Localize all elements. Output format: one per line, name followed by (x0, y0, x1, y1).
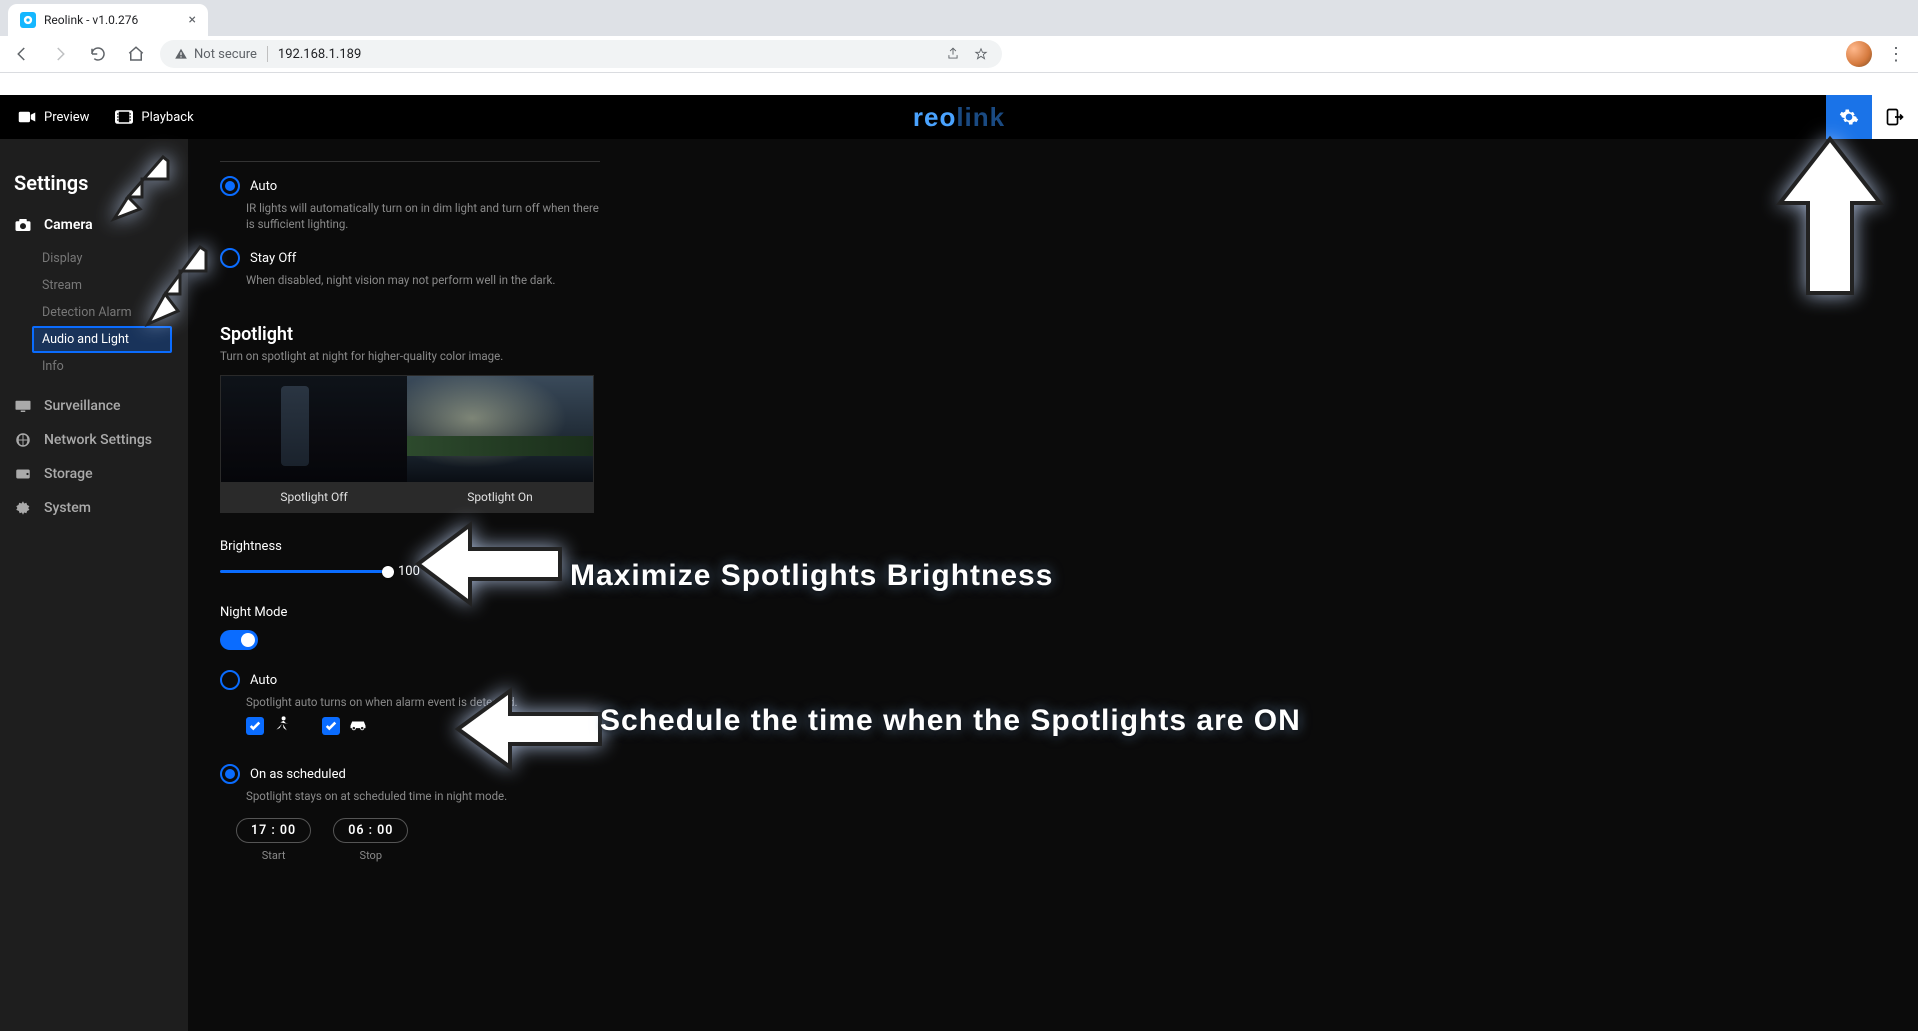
schedule-stop[interactable]: 06 : 00 Stop (333, 818, 408, 862)
storage-icon (14, 466, 32, 482)
annotation-arrow-icon (450, 679, 610, 779)
radio-icon (220, 670, 240, 690)
spotlight-title: Spotlight (220, 324, 600, 345)
globe-icon (14, 432, 32, 448)
slider-track (220, 570, 388, 573)
browser-toolbar: Not secure 192.168.1.189 ⋮ (0, 36, 1918, 73)
schedule-start[interactable]: 17 : 00 Start (236, 818, 311, 862)
share-icon[interactable] (946, 47, 960, 61)
nav-playback-label: Playback (141, 110, 193, 125)
home-button[interactable] (122, 40, 150, 68)
compare-image-off (221, 376, 407, 482)
detect-person-checkbox[interactable] (246, 716, 292, 736)
tab-close-icon[interactable]: × (189, 13, 196, 27)
address-url: 192.168.1.189 (278, 47, 361, 62)
sidebar-item-storage[interactable]: Storage (14, 466, 174, 482)
gear-small-icon (14, 500, 32, 516)
compare-label-off: Spotlight Off (221, 482, 407, 512)
forward-button[interactable] (46, 40, 74, 68)
sidebar-item-system[interactable]: System (14, 500, 174, 516)
tab-title: Reolink - v1.0.276 (44, 13, 138, 27)
security-text: Not secure (194, 47, 257, 62)
car-icon (348, 716, 368, 736)
spotlight-compare: Spotlight Off Spotlight On (220, 375, 594, 513)
app-body: Settings Camera Display Stream Detection… (0, 139, 1918, 1031)
nav-preview[interactable]: Preview (18, 110, 89, 125)
annotation-arrow-icon (410, 509, 570, 619)
ir-auto-option[interactable]: Auto (220, 176, 600, 196)
tab-favicon-icon (20, 12, 36, 28)
checkbox-icon (246, 717, 264, 735)
start-time: 17 : 00 (236, 818, 311, 843)
sidebar-item-network[interactable]: Network Settings (14, 432, 174, 448)
radio-icon (220, 176, 240, 196)
app-header: Preview Playback reolink (0, 95, 1918, 139)
annotation-arrow-icon (108, 149, 178, 229)
blank-strip (0, 73, 1918, 95)
annotation-text-brightness: Maximize Spotlights Brightness (570, 559, 1053, 593)
back-button[interactable] (8, 40, 36, 68)
checkbox-icon (322, 717, 340, 735)
sidebar-sub-info[interactable]: Info (42, 353, 174, 380)
nav-playback[interactable]: Playback (115, 110, 193, 125)
ir-stayoff-option[interactable]: Stay Off (220, 248, 600, 268)
reload-button[interactable] (84, 40, 112, 68)
detect-vehicle-checkbox[interactable] (322, 716, 368, 736)
settings-content: Auto IR lights will automatically turn o… (188, 139, 1918, 1031)
gear-icon (1839, 107, 1859, 127)
ir-stayoff-desc: When disabled, night vision may not perf… (246, 272, 600, 288)
ir-auto-label: Auto (250, 179, 277, 194)
radio-icon (220, 764, 240, 784)
spotlight-auto-label: Auto (250, 673, 277, 688)
tab-strip: Reolink - v1.0.276 × (0, 0, 1918, 36)
compare-image-on (407, 376, 593, 482)
slider-thumb[interactable] (382, 566, 394, 578)
divider (220, 161, 600, 162)
warning-icon (174, 47, 188, 61)
night-mode-toggle[interactable] (220, 630, 258, 650)
annotation-arrow-icon (1760, 133, 1900, 303)
reolink-logo: reolink (913, 102, 1005, 133)
person-running-icon (272, 716, 292, 736)
sidebar-item-surveillance[interactable]: Surveillance (14, 398, 174, 414)
annotation-text-schedule: Schedule the time when the Spotlights ar… (600, 704, 1301, 738)
ir-stayoff-label: Stay Off (250, 251, 296, 266)
spotlight-scheduled-desc: Spotlight stays on at scheduled time in … (246, 788, 600, 804)
stop-time: 06 : 00 (333, 818, 408, 843)
compare-label-on: Spotlight On (407, 482, 593, 512)
spotlight-scheduled-label: On as scheduled (250, 767, 346, 782)
camera-icon (18, 110, 36, 124)
radio-icon (220, 248, 240, 268)
bookmark-star-icon[interactable] (974, 47, 988, 61)
profile-avatar[interactable] (1846, 41, 1872, 67)
nav-preview-label: Preview (44, 110, 89, 125)
monitor-icon (14, 398, 32, 414)
ir-auto-desc: IR lights will automatically turn on in … (246, 200, 600, 232)
annotation-arrow-icon (140, 239, 220, 339)
film-icon (115, 110, 133, 124)
start-label: Start (236, 849, 311, 862)
browser-tab[interactable]: Reolink - v1.0.276 × (8, 4, 208, 36)
spotlight-desc: Turn on spotlight at night for higher-qu… (220, 349, 600, 363)
chrome-menu-button[interactable]: ⋮ (1882, 44, 1910, 65)
stop-label: Stop (333, 849, 408, 862)
camera-small-icon (14, 217, 32, 233)
address-bar[interactable]: Not secure 192.168.1.189 (160, 40, 1002, 68)
address-separator (267, 46, 268, 62)
security-indicator[interactable]: Not secure (174, 47, 257, 62)
exit-icon (1885, 107, 1905, 127)
